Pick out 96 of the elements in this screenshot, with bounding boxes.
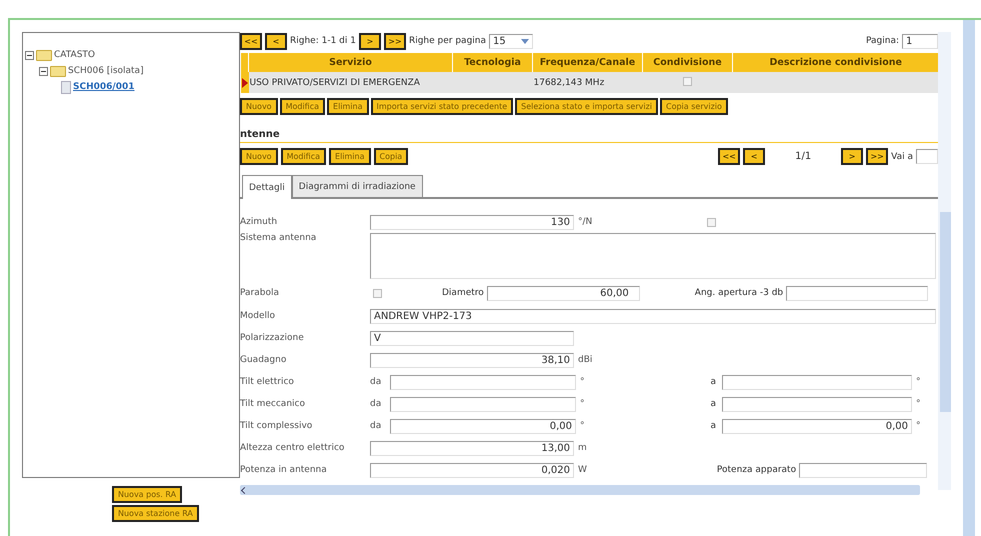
input-field[interactable]: 0,020 — [370, 462, 574, 478]
tree-item[interactable]: SCH006/001 — [73, 82, 134, 92]
input-field[interactable]: 38,10 — [370, 352, 574, 368]
service-button[interactable]: Modifica — [280, 98, 326, 115]
rows-per-page-select[interactable]: 15 — [489, 34, 534, 48]
column-header[interactable]: Descrizione condivisione — [732, 53, 938, 72]
column-header[interactable]: Condivisione — [642, 53, 732, 72]
unit-label: W — [577, 465, 587, 475]
tree-item[interactable]: CATASTO — [54, 50, 95, 60]
field-label: a — [710, 421, 716, 431]
rows-per-page-label: Righe per pagina — [408, 36, 486, 46]
field-label: Tilt complessivo — [240, 421, 314, 431]
input-field[interactable] — [390, 396, 576, 412]
folder-icon — [50, 66, 66, 76]
vertical-scrollbar[interactable] — [938, 32, 951, 490]
field-label: Azimuth — [240, 217, 278, 227]
previous-page-button[interactable]: < — [743, 148, 766, 165]
tree-button[interactable]: Nuova stazione RA — [112, 505, 199, 522]
field-label: Potenza in antenna — [240, 465, 328, 475]
field-label: a — [710, 377, 716, 387]
field-label: Ang. apertura -3 db — [694, 288, 784, 298]
input-field[interactable]: 60,00 — [486, 286, 640, 300]
table-cell: USO PRIVATO/SERVIZI DI EMERGENZA — [248, 72, 452, 93]
column-header[interactable]: Tecnologia — [452, 53, 532, 72]
field-label: Modello — [240, 311, 276, 321]
field-label: Guadagno — [240, 355, 288, 365]
section-title: ntenne — [240, 129, 938, 143]
field-label: da — [370, 399, 382, 409]
unit-label: dBi — [577, 355, 592, 365]
antenna-button[interactable]: Elimina — [329, 148, 371, 165]
antenna-button[interactable]: Modifica — [280, 148, 326, 165]
input-field[interactable] — [786, 286, 928, 300]
service-button[interactable]: Seleziona stato e importa servizi — [515, 98, 658, 115]
service-button[interactable]: Elimina — [327, 98, 369, 115]
input-field[interactable] — [799, 462, 928, 478]
unit-label: ° — [579, 377, 584, 387]
unit-label: ° — [579, 421, 584, 431]
next-page-button[interactable]: > — [358, 32, 381, 50]
document-icon — [61, 80, 71, 94]
checkbox[interactable] — [707, 218, 716, 226]
field-label: Diametro — [442, 288, 484, 298]
field-label: Sistema antenna — [240, 233, 318, 243]
folder-icon — [36, 50, 52, 60]
text-area[interactable] — [370, 233, 936, 279]
first-page-button[interactable]: << — [718, 148, 740, 165]
unit-label: ° — [915, 399, 921, 409]
field-label: Altezza centro elettrico — [240, 443, 346, 453]
service-button[interactable]: Importa servizi stato precedente — [370, 98, 514, 115]
field-label: da — [370, 421, 382, 431]
antenna-button[interactable]: Nuovo — [240, 148, 278, 165]
field-label: Potenza apparato — [716, 465, 796, 475]
input-field[interactable]: 0,00 — [390, 418, 576, 434]
tab[interactable]: Diagrammi di irradiazione — [292, 175, 423, 197]
checkbox[interactable] — [683, 76, 692, 86]
previous-page-button[interactable]: < — [265, 32, 287, 50]
unit-label: ° — [915, 377, 921, 387]
collapse-icon[interactable] — [39, 66, 48, 76]
unit-label: ° — [915, 421, 921, 431]
first-page-button[interactable]: << — [240, 32, 262, 50]
field-label: a — [710, 399, 716, 409]
table-cell: 17682,143 MHz — [532, 72, 642, 93]
next-page-button[interactable]: > — [841, 148, 864, 165]
field-label: Tilt meccanico — [240, 399, 306, 409]
checkbox[interactable] — [373, 288, 382, 298]
input-field[interactable]: V — [370, 330, 574, 346]
row-count: Righe: 1-1 di 1 — [290, 36, 356, 46]
unit-label: °/N — [577, 217, 592, 227]
last-page-button[interactable]: >> — [384, 32, 406, 50]
service-button[interactable]: Copia servizio — [660, 98, 728, 115]
input-field[interactable]: 13,00 — [370, 440, 574, 456]
collapse-icon[interactable] — [25, 50, 34, 60]
horizontal-scrollbar[interactable] — [240, 485, 920, 495]
tree-button[interactable]: Nuova pos. RA — [112, 486, 182, 503]
column-header[interactable]: Frequenza/Canale — [532, 53, 642, 72]
field-label: Polarizzazione — [240, 333, 305, 343]
column-header[interactable]: Servizio — [248, 53, 452, 72]
tree-item[interactable]: SCH006 [isolata] — [68, 66, 144, 76]
page-field[interactable]: 1 — [902, 34, 938, 48]
input-field[interactable]: 0,00 — [722, 418, 912, 434]
goto-field[interactable] — [916, 149, 938, 164]
field-label: da — [370, 377, 382, 387]
input-field[interactable]: 130 — [370, 214, 574, 230]
tab[interactable]: Dettagli — [242, 175, 292, 199]
unit-label: ° — [579, 399, 584, 409]
goto-label: Vai a — [891, 152, 913, 162]
unit-label: m — [577, 443, 587, 453]
field-label: Parabola — [240, 288, 280, 298]
page-label: Pagina: — [866, 36, 899, 46]
input-field[interactable] — [722, 374, 912, 390]
input-field[interactable] — [722, 396, 912, 412]
input-field[interactable] — [390, 374, 576, 390]
service-button[interactable]: Nuovo — [240, 98, 278, 115]
input-field[interactable]: ANDREW VHP2-173 — [370, 308, 936, 324]
last-page-button[interactable]: >> — [866, 148, 888, 165]
field-label: Tilt elettrico — [240, 377, 295, 387]
antenna-button[interactable]: Copia — [374, 148, 408, 165]
